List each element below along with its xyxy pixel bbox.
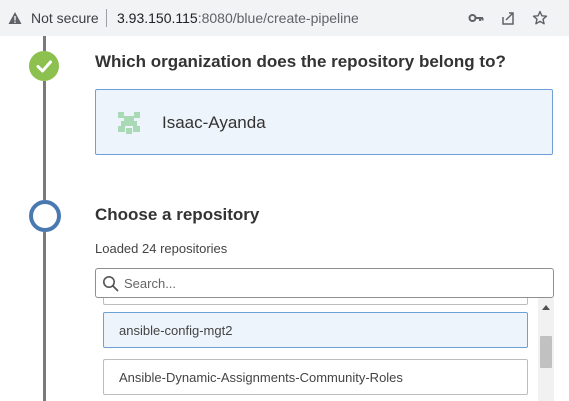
search-icon bbox=[103, 276, 119, 292]
security-label[interactable]: Not secure bbox=[31, 10, 99, 26]
timeline-line bbox=[43, 36, 46, 51]
repository-name: Ansible-Dynamic-Assignments-Community-Ro… bbox=[119, 370, 403, 385]
url-field[interactable]: 3.93.150.115:8080/blue/create-pipeline bbox=[117, 10, 359, 26]
address-divider bbox=[106, 9, 107, 27]
organization-card[interactable]: Isaac-Ayanda bbox=[95, 89, 553, 155]
repository-list[interactable]: ansible-config-mgt2 Ansible-Dynamic-Assi… bbox=[95, 298, 554, 401]
repository-step-heading: Choose a repository bbox=[95, 205, 260, 224]
repositories-loaded-status: Loaded 24 repositories bbox=[95, 241, 228, 256]
repository-name: ansible-config-mgt2 bbox=[119, 323, 233, 338]
list-item[interactable]: Ansible-Dynamic-Assignments-Community-Ro… bbox=[103, 359, 528, 395]
search-input[interactable] bbox=[124, 273, 544, 293]
scroll-up-arrow-icon[interactable] bbox=[542, 305, 550, 310]
url-path: :8080/blue/create-pipeline bbox=[197, 10, 359, 26]
org-avatar-icon bbox=[116, 110, 142, 136]
timeline-line bbox=[43, 232, 46, 401]
list-item-selected[interactable]: ansible-config-mgt2 bbox=[103, 312, 528, 348]
warning-icon[interactable] bbox=[8, 11, 22, 25]
bookmark-star-icon[interactable] bbox=[532, 10, 548, 26]
browser-address-bar: Not secure 3.93.150.115:8080/blue/create… bbox=[0, 0, 569, 36]
repository-search-box[interactable] bbox=[95, 268, 554, 298]
key-icon[interactable] bbox=[468, 10, 484, 26]
list-item[interactable] bbox=[103, 298, 528, 305]
url-host: 3.93.150.115 bbox=[117, 10, 198, 26]
list-scrollbar[interactable] bbox=[538, 298, 554, 401]
timeline-line bbox=[43, 81, 46, 200]
scrollbar-thumb[interactable] bbox=[540, 336, 552, 368]
organization-name: Isaac-Ayanda bbox=[162, 113, 266, 132]
share-icon[interactable] bbox=[500, 10, 516, 26]
step-complete-marker bbox=[29, 51, 59, 81]
step-active-marker bbox=[29, 200, 61, 232]
organization-step-heading: Which organization does the repository b… bbox=[95, 52, 506, 71]
checkmark-icon bbox=[36, 60, 52, 73]
